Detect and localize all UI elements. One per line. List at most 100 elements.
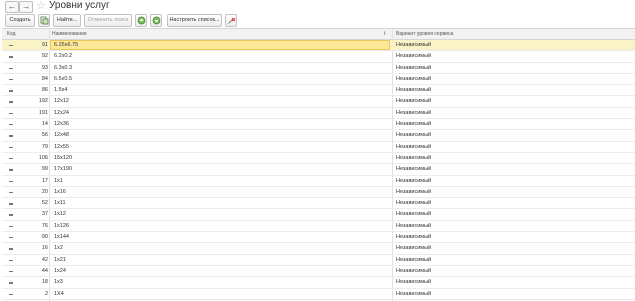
table-row[interactable]: 44 1x24 Независимый xyxy=(2,266,635,278)
cell-variant: Независимый xyxy=(396,177,432,184)
move-up-icon[interactable] xyxy=(135,14,147,27)
cell-name: 12x24 xyxy=(54,109,69,116)
cell-variant: Независимый xyxy=(396,267,432,274)
table-row[interactable]: 192 12x12 Независимый xyxy=(2,96,635,108)
back-arrow-icon[interactable]: ← xyxy=(5,1,19,13)
cell-name: 1x126 xyxy=(54,222,69,229)
table-row[interactable]: 93 6.3x0.3 Независимый xyxy=(2,63,635,74)
item-marker-icon xyxy=(9,270,13,273)
table-row[interactable]: 37 1x12 Независимый xyxy=(2,209,635,221)
item-marker-icon xyxy=(9,180,13,182)
item-marker-icon xyxy=(9,237,13,239)
table-row[interactable]: 52 1x11 Независимый xyxy=(2,198,635,210)
table-row[interactable]: 92 6.2x0.2 Независимый xyxy=(2,51,635,63)
page-title: Уровни услуг xyxy=(49,0,110,11)
item-marker-icon xyxy=(9,124,13,126)
table-row[interactable]: 84 6.5x0.5 Независимый xyxy=(2,74,635,86)
cell-name: 1x24 xyxy=(54,267,66,274)
cell-name: 12x48 xyxy=(54,132,69,139)
item-marker-icon xyxy=(9,78,13,81)
find-button[interactable]: Найти... xyxy=(53,14,81,27)
item-marker-icon xyxy=(9,169,13,171)
cell-code: 76 xyxy=(41,222,48,229)
cell-code: 42 xyxy=(41,256,48,263)
table-row[interactable]: 16 1x2 Независимый xyxy=(2,243,635,255)
cell-variant: Независимый xyxy=(396,211,432,218)
item-marker-icon xyxy=(9,90,13,92)
table-row[interactable]: 18 1x3 Независимый xyxy=(2,277,635,289)
cell-name: 1x11 xyxy=(54,200,66,207)
cell-name: 6.2x0.2 xyxy=(54,53,73,60)
table-row[interactable]: 56 12x48 Независимый xyxy=(2,130,635,142)
cell-name: 1x21 xyxy=(54,256,66,263)
cell-code: 192 xyxy=(38,98,48,105)
cell-code: 18 xyxy=(41,279,48,286)
item-marker-icon xyxy=(9,45,13,47)
cell-code: 92 xyxy=(41,53,48,60)
column-header-variant[interactable]: Вариант уровня сервиса xyxy=(396,29,453,39)
cell-code: 44 xyxy=(41,267,48,274)
table-row[interactable]: 106 15x120 Независимый xyxy=(2,153,635,165)
cell-code: 91 xyxy=(41,42,48,48)
move-down-icon[interactable] xyxy=(150,14,162,27)
cell-name: 6.3x0.3 xyxy=(54,64,73,71)
cell-name: 1.5x4 xyxy=(54,87,68,94)
column-header-code[interactable]: Код xyxy=(7,29,16,39)
create-button[interactable]: Создать xyxy=(5,14,35,27)
cell-variant: Независимый xyxy=(396,98,432,105)
cell-code: 93 xyxy=(41,64,48,71)
item-marker-icon xyxy=(9,214,13,216)
table-row[interactable]: 86 1.5x4 Независимый xyxy=(2,85,635,97)
table-row[interactable]: 76 1x126 Независимый xyxy=(2,221,635,233)
copy-icon[interactable] xyxy=(38,14,50,27)
cell-variant: Независимый xyxy=(396,154,432,161)
delete-mark-icon[interactable] xyxy=(225,14,237,27)
cell-name: 1x144 xyxy=(54,234,69,241)
table-row[interactable]: 42 1x21 Независимый xyxy=(2,255,635,266)
cancel-search-button[interactable]: Отменить поиск xyxy=(84,14,132,27)
table-row[interactable]: 191 12x24 Независимый xyxy=(2,108,635,120)
cell-code: 20 xyxy=(41,188,48,195)
table-row[interactable]: 17 1x1 Независимый xyxy=(2,176,635,187)
table-body: 91 6.25x6.75 Независимый 92 6.2x0.2 Независим… xyxy=(2,40,635,300)
cell-variant: Независимый xyxy=(396,279,432,286)
table-row[interactable]: 99 17x190 Независимый xyxy=(2,164,635,176)
column-header-name[interactable]: Наименование xyxy=(52,29,87,39)
cell-variant: Независимый xyxy=(396,245,432,252)
cell-name: 15x120 xyxy=(54,154,73,161)
forward-arrow-icon[interactable]: → xyxy=(19,1,33,13)
title-bar: ← → ☆ Уровни услуг xyxy=(0,0,635,13)
table-header: Код Наименование i Вариант уровня сервис… xyxy=(2,29,635,40)
item-marker-icon xyxy=(9,146,13,149)
cell-variant: Независимый xyxy=(396,132,432,139)
cell-name: 12x36 xyxy=(54,121,69,128)
cell-name: 1X4 xyxy=(54,290,64,297)
cell-code: 17 xyxy=(41,177,48,184)
cell-name: 12x12 xyxy=(54,98,69,105)
cell-variant: Независимый xyxy=(396,87,432,94)
cell-code: 106 xyxy=(38,154,48,161)
table-row[interactable]: 2 1X4 Независимый xyxy=(2,289,635,300)
cell-variant: Независимый xyxy=(396,166,432,173)
cell-code: 14 xyxy=(41,121,48,128)
cell-name: 17x190 xyxy=(54,166,73,173)
customize-list-button[interactable]: Настроить список... xyxy=(167,14,222,27)
table-row[interactable]: 79 12x55 Независимый xyxy=(2,142,635,153)
cell-variant: Независимый xyxy=(396,109,432,116)
cell-variant: Независимый xyxy=(396,121,432,128)
cell-code: 191 xyxy=(38,109,48,116)
service-levels-table: Код Наименование i Вариант уровня сервис… xyxy=(2,28,635,301)
cell-code: 99 xyxy=(41,166,48,173)
item-marker-icon xyxy=(9,248,13,250)
favorite-star-icon[interactable]: ☆ xyxy=(36,0,46,12)
table-row[interactable]: 20 1x16 Независимый xyxy=(2,187,635,199)
table-row[interactable]: 90 1x144 Независимый xyxy=(2,232,635,244)
cell-variant: Независимый xyxy=(396,234,432,241)
column-info-icon: i xyxy=(384,31,386,37)
selected-cell[interactable] xyxy=(50,40,390,50)
table-row[interactable]: 14 12x36 Независимый xyxy=(2,119,635,131)
cell-variant: Независимый xyxy=(396,290,432,297)
cell-code: 86 xyxy=(41,87,48,94)
table-row[interactable]: 91 6.25x6.75 Независимый xyxy=(2,40,635,52)
item-marker-icon xyxy=(9,101,13,103)
